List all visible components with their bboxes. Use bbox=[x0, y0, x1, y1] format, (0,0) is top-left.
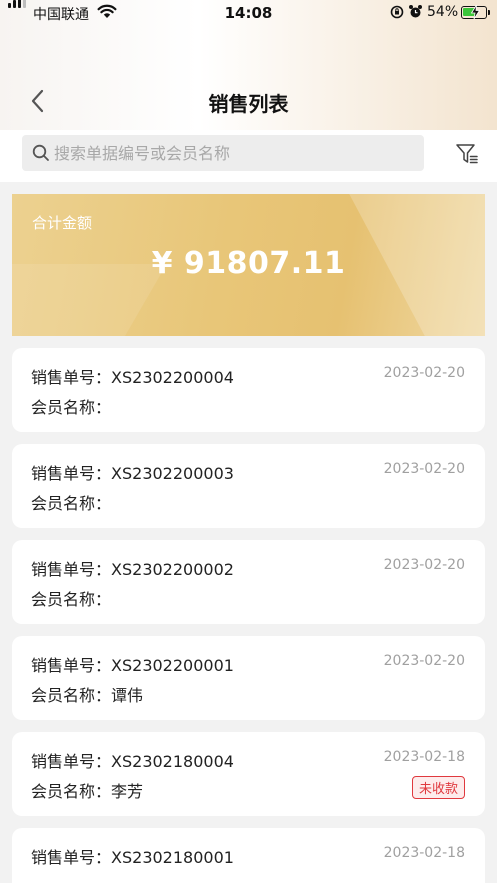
order-date: 2023-02-20 bbox=[383, 557, 465, 573]
order-date: 2023-02-20 bbox=[383, 365, 465, 381]
total-amount-card: 合计金额 ¥ 91807.11 bbox=[12, 194, 485, 336]
order-card[interactable]: 销售单号：XS2302200002 2023-02-20 会员名称： bbox=[12, 540, 485, 624]
search-input[interactable] bbox=[54, 135, 414, 171]
order-number: 销售单号：XS2302200001 bbox=[31, 656, 234, 675]
screen: 中国联通 14:08 54% 销售列表 搜索单据编号或会员名称 合计金额 ¥ 9… bbox=[0, 0, 497, 883]
order-number: 销售单号：XS2302200004 bbox=[31, 368, 234, 387]
member-name: 会员名称：谭伟 bbox=[31, 686, 144, 705]
member-name: 会员名称： bbox=[31, 590, 112, 609]
order-number: 销售单号：XS2302200002 bbox=[31, 560, 234, 579]
alarm-icon bbox=[409, 5, 422, 18]
status-bar: 中国联通 14:08 54% bbox=[0, 0, 497, 28]
order-number: 销售单号：XS2302180001 bbox=[31, 848, 234, 867]
payment-status-badge: 未收款 bbox=[411, 776, 465, 799]
battery-icon bbox=[461, 5, 490, 19]
order-card[interactable]: 销售单号：XS2302200004 2023-02-20 会员名称： bbox=[12, 348, 485, 432]
total-label: 合计金额 bbox=[32, 214, 93, 232]
order-card[interactable]: 销售单号：XS2302200001 2023-02-20 会员名称：谭伟 bbox=[12, 636, 485, 720]
total-amount: ¥ 91807.11 bbox=[151, 246, 346, 281]
battery-percent: 54% bbox=[427, 4, 459, 20]
page-title: 销售列表 bbox=[208, 92, 289, 116]
filter-icon[interactable] bbox=[455, 142, 479, 166]
order-card[interactable]: 销售单号：XS2302180001 2023-02-18 bbox=[12, 828, 485, 883]
order-card[interactable]: 销售单号：XS2302200003 2023-02-20 会员名称： bbox=[12, 444, 485, 528]
search-box[interactable] bbox=[22, 135, 424, 171]
member-name: 会员名称： bbox=[31, 398, 112, 417]
order-card[interactable]: 销售单号：XS2302180004 2023-02-18 会员名称：李芳 未收款 bbox=[12, 732, 485, 816]
order-date: 2023-02-18 bbox=[383, 845, 465, 861]
member-name: 会员名称： bbox=[31, 494, 112, 513]
order-number: 销售单号：XS2302180004 bbox=[31, 752, 234, 771]
order-date: 2023-02-20 bbox=[383, 653, 465, 669]
search-icon bbox=[32, 144, 49, 161]
member-name: 会员名称：李芳 bbox=[31, 782, 144, 801]
orientation-lock-icon bbox=[390, 5, 404, 19]
order-date: 2023-02-18 bbox=[383, 749, 465, 765]
order-number: 销售单号：XS2302200003 bbox=[31, 464, 234, 483]
order-date: 2023-02-20 bbox=[383, 461, 465, 477]
